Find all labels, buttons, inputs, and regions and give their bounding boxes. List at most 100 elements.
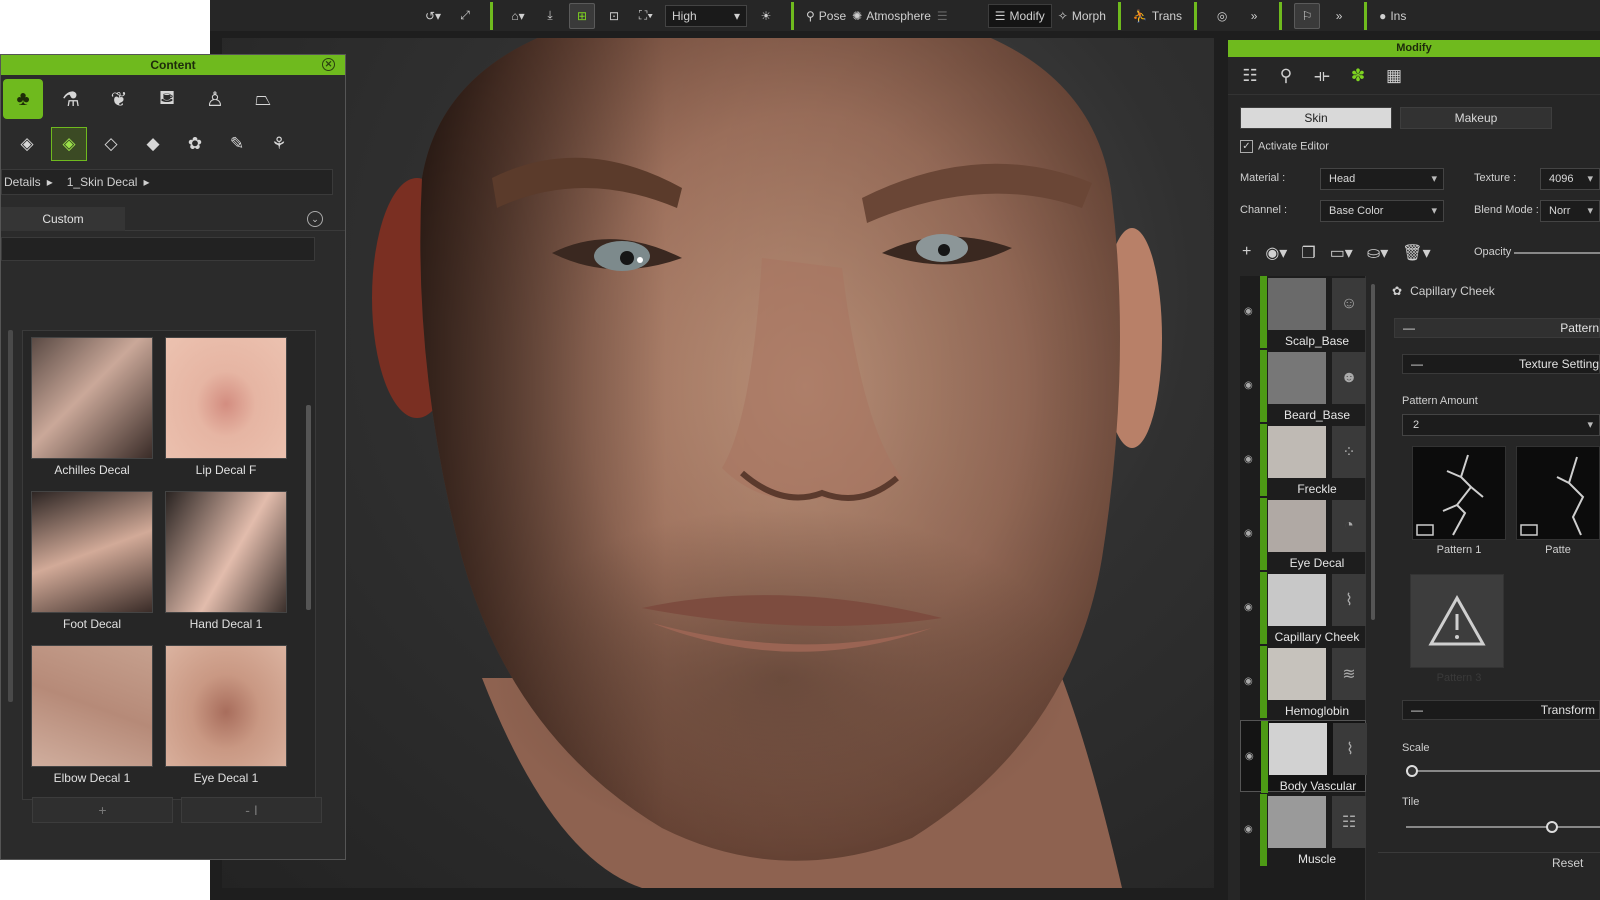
layer-item[interactable]: ◉ ☷ Muscle — [1240, 794, 1366, 866]
morph-button[interactable]: ✧ Morph — [1058, 9, 1106, 23]
eye-icon[interactable]: ◉ — [1244, 454, 1253, 465]
prop-icon[interactable]: ⛾ — [147, 79, 187, 119]
scale-slider[interactable] — [1406, 770, 1600, 772]
blend-mode-select[interactable]: Norr — [1540, 200, 1600, 222]
pattern-1-thumbnail[interactable] — [1412, 446, 1506, 540]
tile-slider-knob[interactable] — [1545, 821, 1558, 833]
accessories-icon[interactable]: ⚗ — [51, 79, 91, 119]
home-icon[interactable]: ⌂▾ — [505, 3, 531, 29]
motion-icon[interactable]: ♙ — [195, 79, 235, 119]
paint-icon[interactable]: ⚘ — [261, 127, 297, 161]
thumb-hand-decal[interactable] — [165, 491, 287, 613]
opacity-slider[interactable] — [1514, 252, 1600, 254]
download-icon[interactable]: ⤓ — [537, 3, 563, 29]
skin-editor-icon[interactable]: ✽ — [1346, 64, 1370, 88]
thumb-achilles-decal[interactable] — [31, 337, 153, 459]
target-icon[interactable]: ◎ — [1209, 3, 1235, 29]
pattern-3-thumbnail[interactable] — [1410, 574, 1504, 668]
undo-icon[interactable]: ↺▾ — [420, 3, 446, 29]
remove-button[interactable]: - I — [181, 797, 322, 823]
sliders-icon[interactable]: ☷ — [1238, 64, 1262, 88]
brush-icon[interactable]: ✎ — [219, 127, 255, 161]
tab-makeup[interactable]: Makeup — [1400, 107, 1552, 129]
scale-slider-knob[interactable] — [1405, 765, 1418, 777]
layer-item[interactable]: ◉ ☻ Beard_Base — [1240, 350, 1366, 422]
left-scrollbar[interactable] — [8, 330, 13, 702]
modify-label: Modify — [1009, 8, 1045, 23]
fill-icon[interactable]: ⛀▾ — [1367, 243, 1388, 263]
layer-scrollbar[interactable] — [1371, 284, 1375, 620]
add-layer-icon[interactable]: + — [1242, 243, 1251, 263]
trans-button[interactable]: ⛹ Trans — [1133, 9, 1182, 23]
layer-item[interactable]: ◉ ⁘ Freckle — [1240, 424, 1366, 496]
pattern-section-header[interactable]: — Pattern — [1394, 318, 1600, 338]
stack-icon[interactable]: ◆ — [135, 127, 171, 161]
frame-icon[interactable]: ⊡ — [601, 3, 627, 29]
add-button[interactable]: + — [32, 797, 173, 823]
skin-decal-icon[interactable]: ◈ — [51, 127, 87, 161]
breadcrumb-item[interactable]: 1_Skin Decal — [67, 175, 138, 189]
diamond-icon[interactable]: ◇ — [93, 127, 129, 161]
trash-icon[interactable]: 🗑▾ — [1402, 243, 1430, 263]
layer-item[interactable]: ◉ ◔ Eye Decal — [1240, 498, 1366, 570]
activate-editor-checkbox[interactable]: ✓ — [1240, 140, 1253, 153]
reset-button[interactable]: Reset — [1552, 856, 1583, 870]
cloth-icon[interactable]: ❦ — [99, 79, 139, 119]
channel-select[interactable]: Base Color — [1320, 200, 1444, 222]
tool-icon[interactable]: ⚐ — [1294, 2, 1321, 29]
layer-item[interactable]: ◉ ≋ Hemoglobin — [1240, 646, 1366, 718]
tab-custom[interactable]: Custom — [1, 206, 125, 231]
copy-icon[interactable]: ❐ — [1301, 243, 1315, 263]
layer-item[interactable]: ◉ ⌇ Capillary Cheek — [1240, 572, 1366, 644]
eye-icon[interactable]: ◉ — [1245, 751, 1254, 762]
thumb-foot-decal[interactable] — [31, 491, 153, 613]
3d-viewport[interactable] — [222, 38, 1214, 888]
light-icon[interactable]: ☀ — [753, 3, 779, 29]
quality-select[interactable]: High ▾ — [665, 4, 747, 27]
texture-select[interactable]: 4096 — [1540, 168, 1600, 190]
mask-icon[interactable]: ▭▾ — [1330, 243, 1353, 263]
transform-section-header[interactable]: — Transform — [1402, 700, 1600, 720]
activate-editor-row[interactable]: ✓ Activate Editor — [1240, 140, 1329, 153]
camera-frame-icon[interactable]: ⛶▾ — [633, 3, 659, 29]
pose-button[interactable]: ⚲ Pose — [806, 9, 846, 23]
pattern-amount-input[interactable]: 2 — [1402, 414, 1600, 436]
content-scrollbar[interactable] — [306, 405, 311, 610]
eye-icon[interactable]: ◉ — [1244, 380, 1253, 391]
thumb-lip-decal[interactable] — [165, 337, 287, 459]
ins-button[interactable]: ● Ins — [1379, 9, 1406, 23]
disabled-button[interactable]: ☰ — [937, 9, 952, 23]
eye-icon[interactable]: ◉ — [1244, 602, 1253, 613]
search-input[interactable] — [1, 237, 315, 261]
frame-select-icon[interactable]: ⊞ — [569, 2, 595, 29]
eye-icon[interactable]: ◉ — [1244, 824, 1253, 835]
pattern-icon[interactable]: ✿ — [177, 127, 213, 161]
eye-icon[interactable]: ◉ — [1244, 528, 1253, 539]
close-icon[interactable]: ✕ — [322, 58, 335, 71]
appearance-icon[interactable]: ♣ — [3, 79, 43, 119]
resize-icon[interactable]: ⤢ — [452, 3, 478, 29]
eye-icon[interactable]: ◉▾ — [1265, 243, 1287, 263]
modify-button[interactable]: ☰ Modify — [987, 3, 1052, 28]
tile-slider[interactable] — [1406, 826, 1600, 828]
atmosphere-button[interactable]: ✺ Atmosphere — [852, 9, 931, 23]
layer-item[interactable]: ◉ ☺ Scalp_Base — [1240, 276, 1366, 348]
more-icon[interactable]: » — [1241, 3, 1267, 29]
more-icon[interactable]: » — [1326, 3, 1352, 29]
tab-skin[interactable]: Skin — [1240, 107, 1392, 129]
thumb-eye-decal[interactable] — [165, 645, 287, 767]
pose-icon[interactable]: ⚲ — [1274, 64, 1298, 88]
scale-icon[interactable]: ⟛ — [1310, 64, 1334, 88]
checker-icon[interactable]: ▦ — [1382, 64, 1406, 88]
tab-menu-icon[interactable]: ⌄ — [307, 210, 323, 227]
eye-icon[interactable]: ◉ — [1244, 306, 1253, 317]
pattern-2-thumbnail[interactable] — [1516, 446, 1600, 540]
layer-icon[interactable]: ◈ — [9, 127, 45, 161]
eye-icon[interactable]: ◉ — [1244, 676, 1253, 687]
thumb-elbow-decal[interactable] — [31, 645, 153, 767]
material-select[interactable]: Head — [1320, 168, 1444, 190]
stage-icon[interactable]: ⏢ — [243, 79, 283, 119]
breadcrumb-item[interactable]: Details — [4, 175, 41, 189]
layer-item[interactable]: ◉ ⌇ Body Vascular — [1240, 720, 1367, 793]
texture-settings-header[interactable]: — Texture Setting — [1402, 354, 1600, 374]
